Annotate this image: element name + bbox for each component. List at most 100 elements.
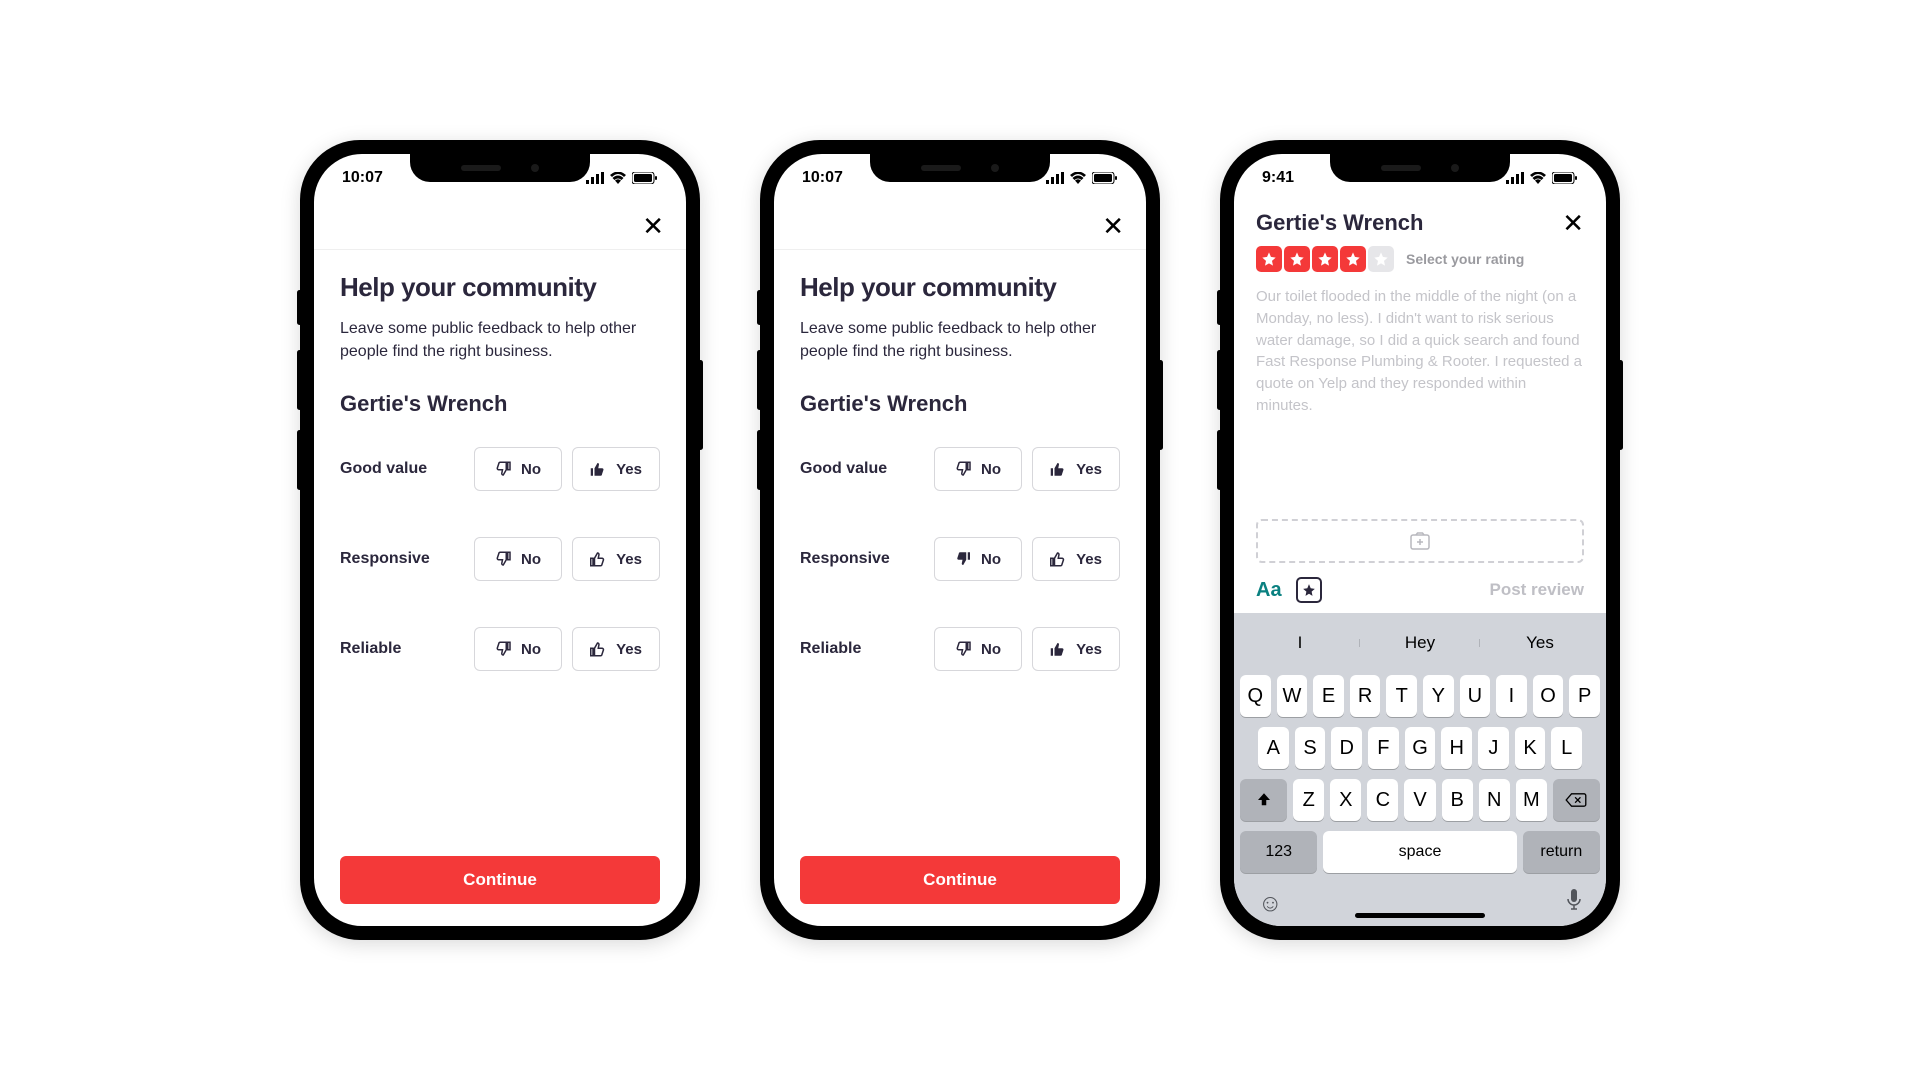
- key-m[interactable]: M: [1516, 779, 1547, 821]
- key-a[interactable]: A: [1258, 727, 1289, 769]
- status-time: 10:07: [342, 169, 383, 187]
- business-name: Gertie's Wrench: [340, 391, 660, 417]
- key-s[interactable]: S: [1295, 727, 1326, 769]
- key-y[interactable]: Y: [1423, 675, 1454, 717]
- suggestion[interactable]: I: [1240, 633, 1360, 653]
- continue-button[interactable]: Continue: [800, 856, 1120, 904]
- key-o[interactable]: O: [1533, 675, 1564, 717]
- suggestion[interactable]: Hey: [1360, 633, 1480, 653]
- yes-button[interactable]: Yes: [1032, 537, 1120, 581]
- key-n[interactable]: N: [1479, 779, 1510, 821]
- wifi-icon: [1530, 172, 1546, 184]
- yes-button[interactable]: Yes: [1032, 447, 1120, 491]
- close-icon[interactable]: ✕: [1102, 213, 1124, 239]
- rating-row: Select your rating: [1234, 246, 1606, 282]
- shift-key[interactable]: [1240, 779, 1287, 821]
- star-icon[interactable]: [1312, 246, 1338, 272]
- return-key[interactable]: return: [1523, 831, 1600, 873]
- thumbs-up-icon: [590, 550, 608, 568]
- yes-button[interactable]: Yes: [572, 447, 660, 491]
- key-v[interactable]: V: [1404, 779, 1435, 821]
- yes-button[interactable]: Yes: [572, 627, 660, 671]
- key-f[interactable]: F: [1368, 727, 1399, 769]
- key-z[interactable]: Z: [1293, 779, 1324, 821]
- status-time: 9:41: [1262, 169, 1294, 187]
- add-photo-button[interactable]: [1256, 519, 1584, 563]
- no-button[interactable]: No: [474, 447, 562, 491]
- page-title: Help your community: [340, 272, 660, 303]
- star-icon[interactable]: [1256, 246, 1282, 272]
- status-indicators: [1506, 172, 1578, 184]
- keyboard-suggestions: I Hey Yes: [1240, 621, 1600, 665]
- post-review-button[interactable]: Post review: [1490, 580, 1585, 600]
- backspace-key[interactable]: [1553, 779, 1600, 821]
- key-j[interactable]: J: [1478, 727, 1509, 769]
- review-textarea[interactable]: Our toilet flooded in the middle of the …: [1234, 282, 1606, 515]
- key-r[interactable]: R: [1350, 675, 1381, 717]
- signal-icon: [586, 172, 604, 184]
- emoji-key[interactable]: ☺: [1258, 890, 1283, 918]
- key-u[interactable]: U: [1460, 675, 1491, 717]
- close-icon[interactable]: ✕: [1562, 210, 1584, 236]
- star-icon[interactable]: [1284, 246, 1310, 272]
- suggestion[interactable]: Yes: [1480, 633, 1600, 653]
- no-button[interactable]: No: [474, 537, 562, 581]
- business-name: Gertie's Wrench: [800, 391, 1120, 417]
- key-l[interactable]: L: [1551, 727, 1582, 769]
- numeric-key[interactable]: 123: [1240, 831, 1317, 873]
- star-button[interactable]: [1296, 577, 1322, 603]
- review-header: Gertie's Wrench ✕: [1234, 202, 1606, 246]
- key-p[interactable]: P: [1569, 675, 1600, 717]
- signal-icon: [1506, 172, 1524, 184]
- notch: [410, 154, 590, 182]
- key-x[interactable]: X: [1330, 779, 1361, 821]
- question-row-responsive: Responsive No Yes: [340, 537, 660, 581]
- key-i[interactable]: I: [1496, 675, 1527, 717]
- phone-frame: 10:07 ✕ Help your community Leave some p…: [300, 140, 700, 940]
- space-key[interactable]: space: [1323, 831, 1516, 873]
- star-icon[interactable]: [1368, 246, 1394, 272]
- no-button[interactable]: No: [934, 447, 1022, 491]
- continue-button[interactable]: Continue: [340, 856, 660, 904]
- thumbs-down-icon: [495, 550, 513, 568]
- add-photo-icon: [1410, 532, 1430, 550]
- wifi-icon: [1070, 172, 1086, 184]
- status-indicators: [1046, 172, 1118, 184]
- no-button[interactable]: No: [934, 627, 1022, 671]
- battery-icon: [632, 172, 658, 184]
- status-indicators: [586, 172, 658, 184]
- signal-icon: [1046, 172, 1064, 184]
- yes-button[interactable]: Yes: [1032, 627, 1120, 671]
- close-icon[interactable]: ✕: [642, 213, 664, 239]
- key-h[interactable]: H: [1441, 727, 1472, 769]
- star-icon[interactable]: [1340, 246, 1366, 272]
- keyboard: I Hey Yes QWERTYUIOP ASDFGHJKL ZXCVBNM 1…: [1234, 613, 1606, 926]
- backspace-icon: [1565, 792, 1587, 808]
- question-row-good-value: Good value No Yes: [340, 447, 660, 491]
- star-icon: [1302, 583, 1316, 597]
- mic-key[interactable]: [1566, 889, 1582, 918]
- thumbs-down-icon: [955, 460, 973, 478]
- no-button[interactable]: No: [934, 537, 1022, 581]
- thumbs-up-icon: [1050, 460, 1068, 478]
- no-button[interactable]: No: [474, 627, 562, 671]
- key-b[interactable]: B: [1442, 779, 1473, 821]
- key-t[interactable]: T: [1386, 675, 1417, 717]
- home-indicator[interactable]: [1355, 913, 1485, 918]
- top-bar: ✕: [314, 202, 686, 250]
- key-g[interactable]: G: [1405, 727, 1436, 769]
- key-q[interactable]: Q: [1240, 675, 1271, 717]
- key-d[interactable]: D: [1331, 727, 1362, 769]
- question-label: Responsive: [340, 550, 430, 568]
- question-label: Good value: [800, 460, 887, 478]
- business-name: Gertie's Wrench: [1256, 210, 1423, 236]
- key-k[interactable]: K: [1515, 727, 1546, 769]
- key-w[interactable]: W: [1277, 675, 1308, 717]
- yes-button[interactable]: Yes: [572, 537, 660, 581]
- text-format-button[interactable]: Aa: [1256, 579, 1282, 602]
- key-c[interactable]: C: [1367, 779, 1398, 821]
- key-e[interactable]: E: [1313, 675, 1344, 717]
- thumbs-up-icon: [590, 460, 608, 478]
- shift-icon: [1255, 791, 1273, 809]
- star-rating[interactable]: [1256, 246, 1394, 272]
